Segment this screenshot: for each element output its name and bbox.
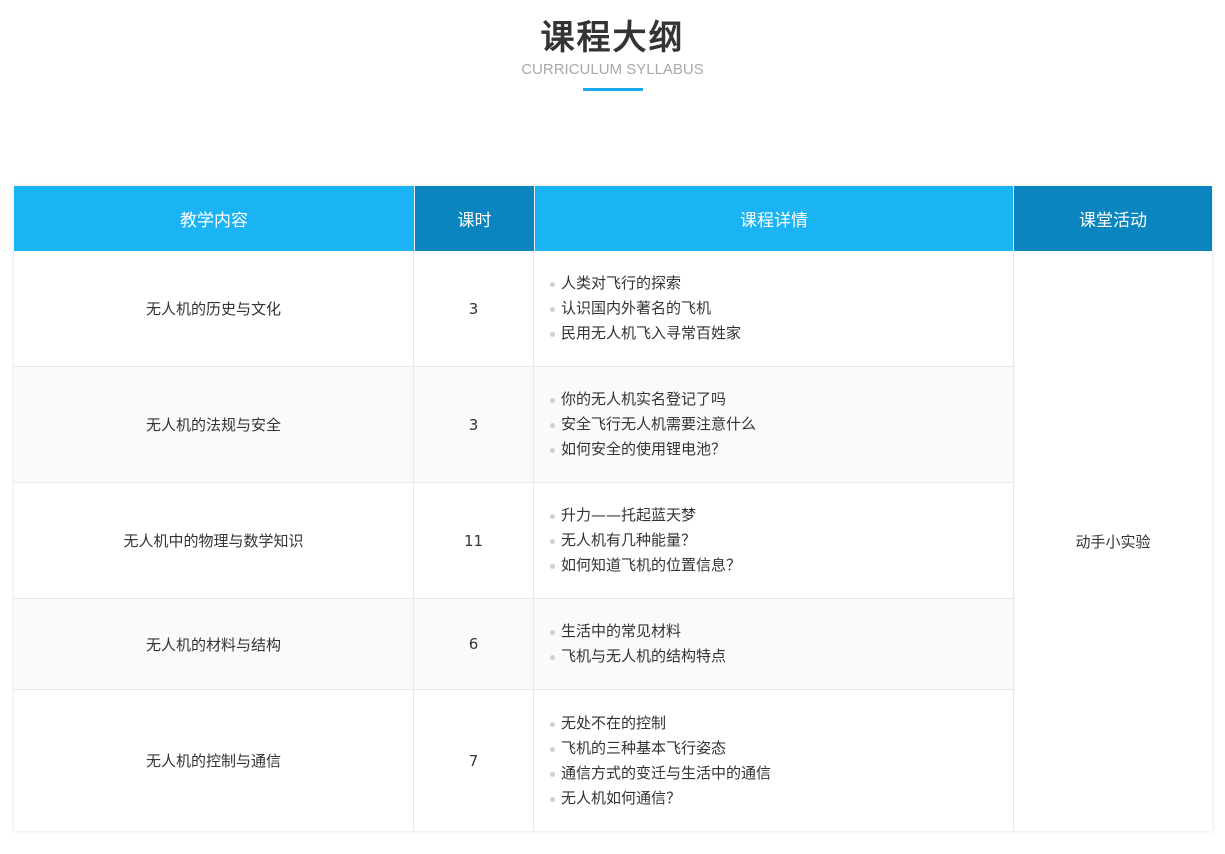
detail-item: 飞机的三种基本飞行姿态 <box>550 736 771 761</box>
detail-item: 升力——托起蓝天梦 <box>550 503 741 528</box>
detail-item: 人类对飞行的探索 <box>550 271 741 296</box>
detail-item: 安全飞行无人机需要注意什么 <box>550 412 756 437</box>
details-cell: 你的无人机实名登记了吗 安全飞行无人机需要注意什么 如何安全的使用锂电池？ <box>534 367 1013 482</box>
details-list: 生活中的常见材料 飞机与无人机的结构特点 <box>550 619 726 669</box>
content-cell: 无人机的历史与文化 <box>14 251 414 366</box>
table-row: 无人机的控制与通信 7 无处不在的控制 飞机的三种基本飞行姿态 通信方式的变迁与… <box>14 690 1013 831</box>
detail-item: 民用无人机飞入寻常百姓家 <box>550 321 741 346</box>
details-list: 升力——托起蓝天梦 无人机有几种能量？ 如何知道飞机的位置信息？ <box>550 503 741 578</box>
column-header-activity: 课堂活动 <box>1013 186 1212 251</box>
detail-item: 如何安全的使用锂电池？ <box>550 437 756 462</box>
column-header-details: 课程详情 <box>534 186 1013 251</box>
detail-item: 飞机与无人机的结构特点 <box>550 644 726 669</box>
detail-item: 认识国内外著名的飞机 <box>550 296 741 321</box>
hours-cell: 11 <box>414 483 534 598</box>
details-cell: 无处不在的控制 飞机的三种基本飞行姿态 通信方式的变迁与生活中的通信 无人机如何… <box>534 690 1013 831</box>
content-cell: 无人机的法规与安全 <box>14 367 414 482</box>
detail-item: 生活中的常见材料 <box>550 619 726 644</box>
table-rows: 无人机的历史与文化 3 人类对飞行的探索 认识国内外著名的飞机 民用无人机飞入寻… <box>14 251 1013 831</box>
details-list: 你的无人机实名登记了吗 安全飞行无人机需要注意什么 如何安全的使用锂电池？ <box>550 387 756 462</box>
table-body: 无人机的历史与文化 3 人类对飞行的探索 认识国内外著名的飞机 民用无人机飞入寻… <box>14 251 1212 831</box>
details-cell: 升力——托起蓝天梦 无人机有几种能量？ 如何知道飞机的位置信息？ <box>534 483 1013 598</box>
column-header-hours: 课时 <box>414 186 534 251</box>
details-cell: 人类对飞行的探索 认识国内外著名的飞机 民用无人机飞入寻常百姓家 <box>534 251 1013 366</box>
content-cell: 无人机中的物理与数学知识 <box>14 483 414 598</box>
table-header: 教学内容 课时 课程详情 课堂活动 <box>14 186 1212 251</box>
content-cell: 无人机的控制与通信 <box>14 690 414 831</box>
detail-item: 无人机如何通信？ <box>550 786 771 811</box>
title-underline <box>583 88 643 91</box>
hours-cell: 7 <box>414 690 534 831</box>
detail-item: 你的无人机实名登记了吗 <box>550 387 756 412</box>
activity-cell: 动手小实验 <box>1013 251 1212 831</box>
details-list: 人类对飞行的探索 认识国内外著名的飞机 民用无人机飞入寻常百姓家 <box>550 271 741 346</box>
page-title: 课程大纲 <box>540 18 685 58</box>
details-list: 无处不在的控制 飞机的三种基本飞行姿态 通信方式的变迁与生活中的通信 无人机如何… <box>550 711 771 811</box>
table-row: 无人机的法规与安全 3 你的无人机实名登记了吗 安全飞行无人机需要注意什么 如何… <box>14 367 1013 483</box>
detail-item: 无处不在的控制 <box>550 711 771 736</box>
content-cell: 无人机的材料与结构 <box>14 599 414 689</box>
table-row: 无人机的材料与结构 6 生活中的常见材料 飞机与无人机的结构特点 <box>14 599 1013 690</box>
details-cell: 生活中的常见材料 飞机与无人机的结构特点 <box>534 599 1013 689</box>
table-row: 无人机中的物理与数学知识 11 升力——托起蓝天梦 无人机有几种能量？ 如何知道… <box>14 483 1013 599</box>
syllabus-table: 教学内容 课时 课程详情 课堂活动 无人机的历史与文化 3 人类对飞行的探索 认… <box>14 186 1212 831</box>
detail-item: 通信方式的变迁与生活中的通信 <box>550 761 771 786</box>
column-header-content: 教学内容 <box>14 186 414 251</box>
detail-item: 无人机有几种能量？ <box>550 528 741 553</box>
table-row: 无人机的历史与文化 3 人类对飞行的探索 认识国内外著名的飞机 民用无人机飞入寻… <box>14 251 1013 367</box>
detail-item: 如何知道飞机的位置信息？ <box>550 553 741 578</box>
hours-cell: 6 <box>414 599 534 689</box>
hours-cell: 3 <box>414 251 534 366</box>
hours-cell: 3 <box>414 367 534 482</box>
page-subtitle: CURRICULUM SYLLABUS <box>521 61 704 78</box>
